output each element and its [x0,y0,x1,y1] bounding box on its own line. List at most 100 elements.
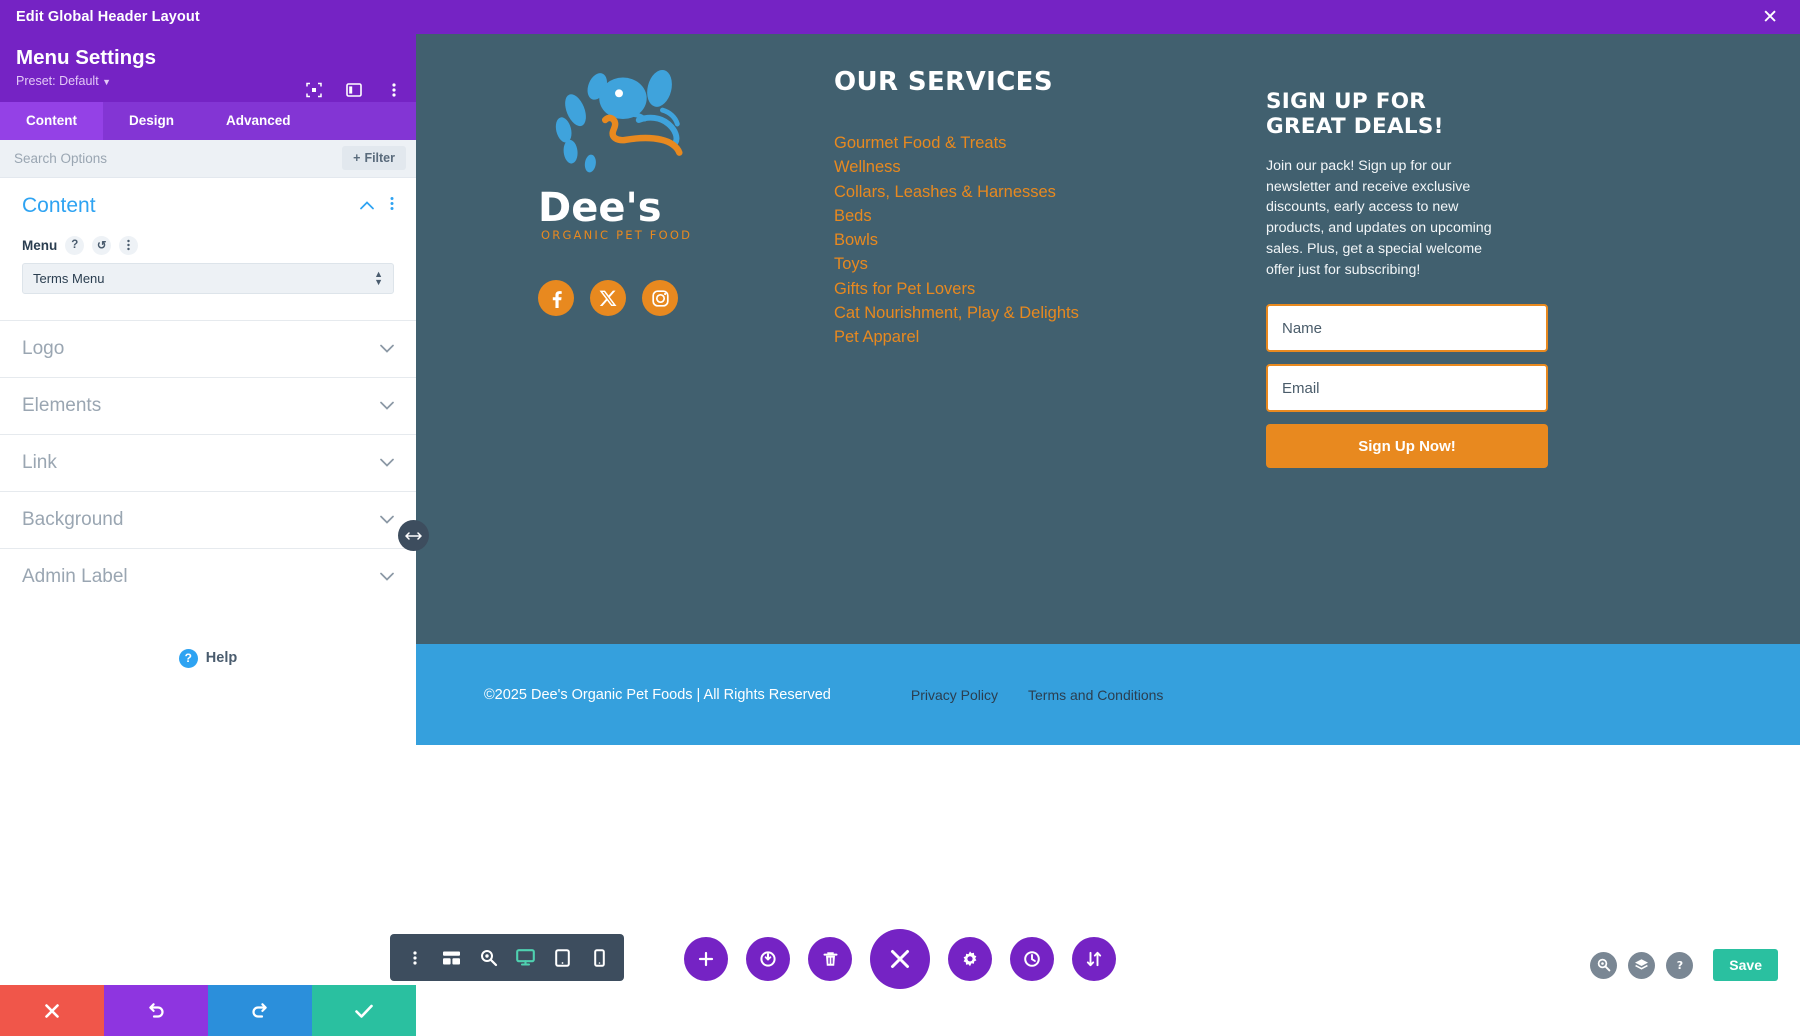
accordion-label: Background [22,508,124,530]
signup-form: Sign Up Now! [1266,304,1548,469]
menu-field-label: Menu [22,237,58,253]
search-options-bar: + Filter [0,139,416,178]
accordion-label: Elements [22,394,102,416]
help-question-icon[interactable]: ? [1666,951,1694,979]
settings-gear-icon[interactable] [948,937,992,981]
footer-main-section: Dee's ORGANIC PET FOOD OUR SERVICES Gour… [416,0,1800,644]
more-options-icon[interactable] [384,80,404,100]
tab-advanced[interactable]: Advanced [200,102,317,140]
select-arrows-icon: ▲ ▼ [374,269,383,288]
panel-layout-icon[interactable] [344,80,364,100]
logo-brand-text: Dee's [538,185,662,231]
settings-tabs: Content Design Advanced [0,101,416,140]
top-purple-strip [416,0,1800,34]
privacy-policy-link[interactable]: Privacy Policy [911,687,998,703]
services-list: Gourmet Food & Treats Wellness Collars, … [834,133,1206,349]
zoom-out-icon[interactable] [470,934,507,981]
instagram-icon[interactable] [642,280,678,316]
logo-column: Dee's ORGANIC PET FOOD [476,68,806,468]
builder-right-toolbar: ? Save [1590,949,1778,981]
focus-icon[interactable] [304,80,324,100]
sidebar-section-admin-label[interactable]: Admin Label [0,547,416,605]
desktop-icon[interactable] [507,934,544,981]
name-input[interactable] [1266,304,1548,353]
menu-select[interactable]: Terms Menu ▲ ▼ [22,262,394,294]
close-builder-icon[interactable]: ✕ [1762,8,1778,27]
site-logo[interactable]: Dee's ORGANIC PET FOOD [536,68,706,250]
close-icon[interactable] [870,929,930,989]
history-clock-icon[interactable] [1010,937,1054,981]
x-twitter-icon[interactable] [590,280,626,316]
service-link[interactable]: Beds [834,206,1206,228]
footer-links: Privacy Policy Terms and Conditions [911,687,1164,703]
menu-field-label-row: Menu ? ↺ [22,235,394,255]
signup-body-text: Join our pack! Sign up for our newslette… [1266,157,1492,278]
help-label: Help [205,650,238,667]
help-link[interactable]: ? Help [0,648,416,668]
service-link[interactable]: Wellness [834,157,1206,179]
content-section-icons [360,196,394,216]
accordion-label: Admin Label [22,565,128,587]
services-column: OUR SERVICES Gourmet Food & Treats Welln… [806,67,1206,468]
sidebar-section-link[interactable]: Link [0,433,416,491]
more-options-icon[interactable] [396,934,433,981]
footer-bottom-bar: ©2025 Dee's Organic Pet Foods | All Righ… [416,644,1800,745]
cancel-changes-button[interactable] [0,985,104,1036]
svg-text:?: ? [1677,959,1683,972]
content-section-header[interactable]: Content [22,194,394,218]
reset-icon[interactable]: ↺ [92,235,112,255]
terms-conditions-link[interactable]: Terms and Conditions [1028,687,1163,703]
panel-resize-handle[interactable] [398,520,429,551]
chevron-up-icon[interactable] [360,197,374,215]
filter-label: Filter [364,151,395,166]
panel-action-bar [0,985,416,1036]
chevron-down-icon [380,511,394,529]
signup-column: SIGN UP FOR GREAT DEALS! Join our pack! … [1206,68,1548,469]
help-question-icon: ? [178,648,198,668]
question-icon[interactable]: ? [65,235,85,255]
service-link[interactable]: Gourmet Food & Treats [834,133,1206,155]
dog-face-logo-icon [555,69,683,173]
tab-content[interactable]: Content [0,101,103,140]
sort-arrows-icon[interactable] [1072,937,1116,981]
service-link[interactable]: Collars, Leashes & Harnesses [834,182,1206,204]
copyright-text: ©2025 Dee's Organic Pet Foods | All Righ… [484,686,831,703]
sidebar-section-logo[interactable]: Logo [0,319,416,377]
facebook-icon[interactable] [538,280,574,316]
service-link[interactable]: Pet Apparel [834,327,1206,349]
service-link[interactable]: Toys [834,254,1206,276]
search-icon[interactable] [1590,951,1618,979]
tablet-icon[interactable] [544,934,581,981]
undo-button[interactable] [104,985,208,1036]
sidebar-section-elements[interactable]: Elements [0,376,416,434]
filter-button[interactable]: + Filter [342,146,406,171]
save-changes-button[interactable] [312,985,416,1036]
email-input[interactable] [1266,364,1548,413]
power-icon[interactable] [746,937,790,981]
service-link[interactable]: Cat Nourishment, Play & Delights [834,303,1206,325]
add-icon[interactable] [684,937,728,981]
more-options-icon[interactable] [390,196,394,216]
chevron-down-icon [380,454,394,472]
tab-design[interactable]: Design [103,102,200,140]
wireframe-icon[interactable] [433,934,470,981]
service-link[interactable]: Bowls [834,230,1206,252]
phone-icon[interactable] [581,934,618,981]
signup-submit-button[interactable]: Sign Up Now! [1266,424,1548,469]
redo-button[interactable] [208,985,312,1036]
trash-icon[interactable] [808,937,852,981]
panel-window-titlebar: Edit Global Header Layout [0,0,416,34]
content-section: Content Menu ? ↺ Terms Menu ▲ ▼ [0,178,416,302]
more-options-icon[interactable] [119,235,139,255]
save-button[interactable]: Save [1713,949,1778,981]
sidebar-section-background[interactable]: Background [0,490,416,548]
service-link[interactable]: Gifts for Pet Lovers [834,279,1206,301]
panel-header: Menu Settings Preset: Default ▼ [0,34,416,102]
chevron-down-icon [380,568,394,586]
search-input[interactable] [14,150,343,166]
accordion-list: Logo Elements Link Background Admin Labe… [0,319,416,605]
layers-icon[interactable] [1628,951,1656,979]
menu-select-value: Terms Menu [33,270,105,286]
module-title: Menu Settings [16,46,157,69]
panel-window-title: Edit Global Header Layout [16,9,200,25]
